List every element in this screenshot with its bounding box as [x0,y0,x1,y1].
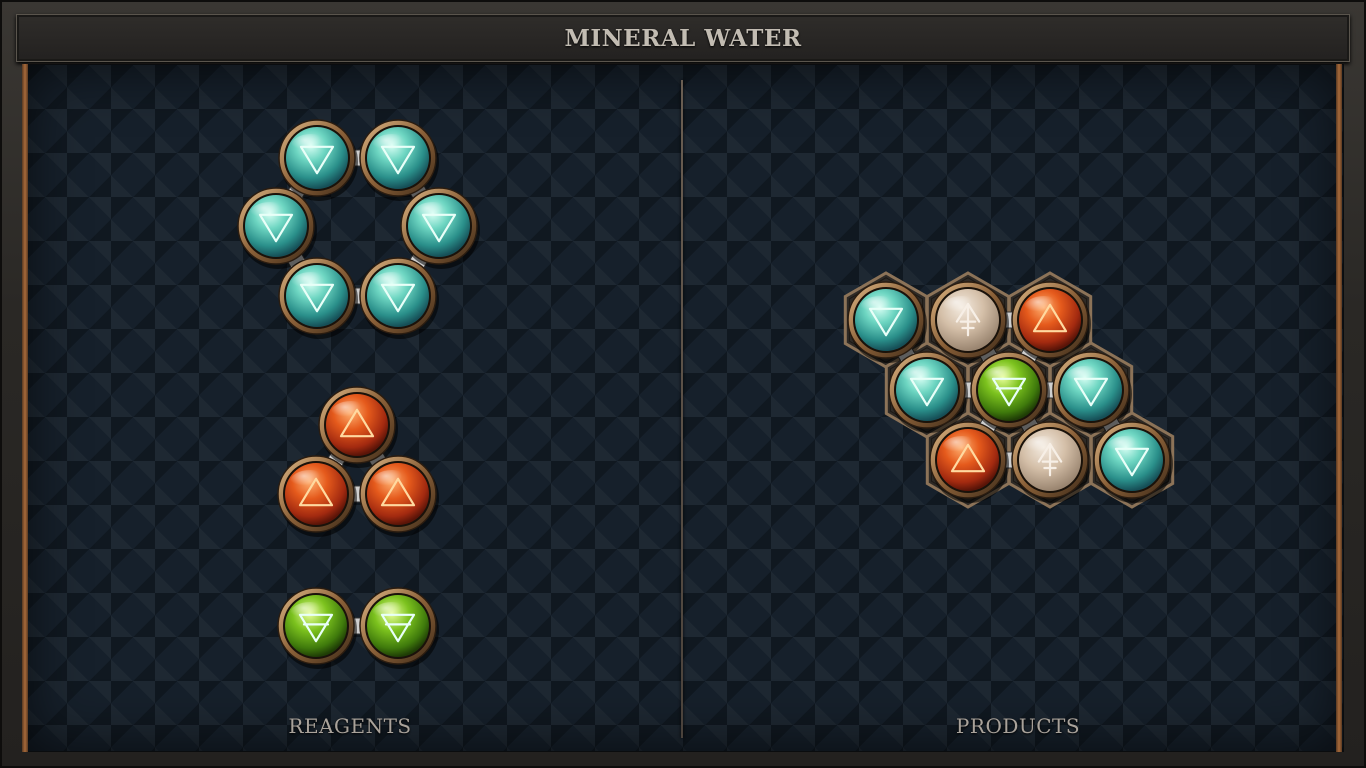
reagent-water-ring-atom-3[interactable] [400,187,480,269]
reagent-water-ring-atom-6[interactable] [237,187,317,269]
reagent-fire-triangle-atom-1[interactable] [318,386,398,468]
reagent-fire-triangle-atom-3[interactable] [359,455,439,537]
reagent-fire-triangle-atom-2[interactable] [277,455,357,537]
reagent-water-ring-atom-5[interactable] [278,257,358,339]
reagents-label: REAGENTS [288,714,412,738]
reagent-earth-pair-atom-1[interactable] [277,587,357,669]
reagent-water-ring-atom-4[interactable] [359,257,439,339]
reagent-earth-pair-atom-2[interactable] [359,587,439,669]
molecule-canvas [237,119,1175,669]
reagent-water-ring-atom-2[interactable] [359,119,439,201]
reagent-water-ring-atom-1[interactable] [278,119,358,201]
atoms [237,119,1173,669]
products-label: PRODUCTS [955,714,1081,738]
